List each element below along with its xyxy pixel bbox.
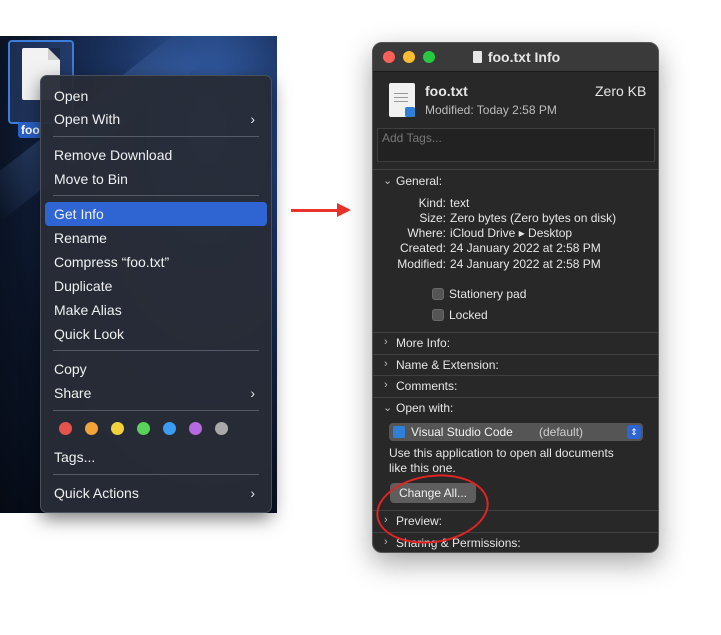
stationery-pad-label: Stationery pad bbox=[449, 287, 527, 301]
section-more-info-header[interactable]: More Info: bbox=[396, 336, 450, 350]
menu-item-open-with[interactable]: Open With › bbox=[45, 107, 267, 131]
menu-item-move-to-bin[interactable]: Move to Bin bbox=[45, 167, 267, 191]
document-icon bbox=[472, 51, 482, 63]
open-with-description-line1: Use this application to open all documen… bbox=[389, 446, 614, 460]
chevron-right-icon: › bbox=[250, 111, 255, 127]
section-comments-header[interactable]: Comments: bbox=[396, 379, 457, 393]
kind-value: text bbox=[450, 196, 470, 210]
disclosure-closed-icon[interactable]: › bbox=[384, 358, 388, 370]
menu-item-label: Get Info bbox=[54, 206, 104, 222]
select-stepper-icon: ⇕ bbox=[627, 425, 641, 439]
created-label: Created: bbox=[399, 241, 446, 255]
vscode-badge-icon bbox=[405, 107, 415, 117]
locked-label: Locked bbox=[449, 308, 488, 322]
menu-item-label: Copy bbox=[54, 361, 87, 377]
menu-item-label: Quick Look bbox=[54, 326, 125, 342]
chevron-right-icon: › bbox=[250, 485, 255, 501]
menu-item-label: Duplicate bbox=[54, 278, 113, 294]
size-label: Size: bbox=[419, 211, 446, 225]
section-general-header[interactable]: General: bbox=[396, 174, 442, 188]
menu-separator bbox=[53, 195, 259, 196]
where-value: iCloud Drive ▸ Desktop bbox=[450, 226, 573, 240]
section-divider bbox=[373, 375, 658, 376]
tag-yellow-dot[interactable] bbox=[111, 422, 124, 435]
menu-item-rename[interactable]: Rename bbox=[45, 226, 267, 250]
menu-item-label: Share bbox=[54, 385, 92, 401]
section-open-with-header[interactable]: Open with: bbox=[396, 401, 453, 415]
section-divider bbox=[373, 397, 658, 398]
tags-input[interactable]: Add Tags... bbox=[377, 128, 655, 162]
locked-checkbox[interactable] bbox=[432, 309, 444, 321]
selected-app-name: Visual Studio Code bbox=[411, 425, 513, 439]
disclosure-closed-icon[interactable]: › bbox=[384, 536, 388, 548]
where-label: Where: bbox=[407, 226, 446, 240]
stationery-pad-checkbox[interactable] bbox=[432, 288, 444, 300]
menu-item-quick-actions[interactable]: Quick Actions › bbox=[45, 481, 267, 505]
tag-green-dot[interactable] bbox=[137, 422, 150, 435]
menu-item-label: Rename bbox=[54, 230, 107, 246]
open-with-description-line2: like this one. bbox=[389, 461, 456, 475]
menu-item-label: Open With bbox=[54, 111, 121, 127]
menu-item-label: Move to Bin bbox=[54, 171, 128, 187]
menu-item-label: Quick Actions bbox=[54, 485, 139, 501]
menu-separator bbox=[53, 350, 259, 351]
vscode-app-icon bbox=[393, 426, 405, 438]
menu-item-label: Tags... bbox=[54, 449, 96, 465]
tag-blue-dot[interactable] bbox=[163, 422, 176, 435]
context-menu: Open Open With › Remove Download Move to … bbox=[40, 75, 272, 513]
section-divider bbox=[373, 332, 658, 333]
menu-item-label: Open bbox=[54, 88, 89, 104]
modified-value: 24 January 2022 at 2:58 PM bbox=[450, 257, 601, 271]
menu-item-duplicate[interactable]: Duplicate bbox=[45, 274, 267, 298]
menu-item-label: Make Alias bbox=[54, 302, 122, 318]
file-size-header: Zero KB bbox=[595, 83, 647, 99]
menu-separator bbox=[53, 474, 259, 475]
tag-purple-dot[interactable] bbox=[189, 422, 202, 435]
menu-item-remove-download[interactable]: Remove Download bbox=[45, 143, 267, 167]
chevron-right-icon: › bbox=[250, 385, 255, 401]
tag-orange-dot[interactable] bbox=[85, 422, 98, 435]
file-type-icon bbox=[389, 83, 415, 117]
red-arrow-head bbox=[337, 203, 351, 217]
menu-item-label: Compress “foo.txt” bbox=[54, 254, 170, 270]
info-window: foo.txt Info foo.txt Modified: Today 2:5… bbox=[372, 42, 659, 553]
disclosure-open-icon[interactable]: ⌄ bbox=[383, 174, 392, 187]
menu-separator bbox=[53, 410, 259, 411]
menu-item-make-alias[interactable]: Make Alias bbox=[45, 298, 267, 322]
menu-item-label: Remove Download bbox=[54, 147, 173, 163]
tag-gray-dot[interactable] bbox=[215, 422, 228, 435]
menu-item-get-info[interactable]: Get Info bbox=[45, 202, 267, 226]
section-divider bbox=[373, 354, 658, 355]
section-divider bbox=[373, 169, 658, 170]
menu-item-copy[interactable]: Copy bbox=[45, 357, 267, 381]
kind-label: Kind: bbox=[418, 196, 446, 210]
menu-item-compress[interactable]: Compress “foo.txt” bbox=[45, 250, 267, 274]
modified-summary: Modified: Today 2:58 PM bbox=[425, 103, 557, 117]
tags-placeholder: Add Tags... bbox=[382, 131, 442, 145]
menu-item-open[interactable]: Open bbox=[45, 84, 267, 108]
disclosure-closed-icon[interactable]: › bbox=[384, 336, 388, 348]
selected-app-suffix: (default) bbox=[539, 425, 584, 439]
menu-separator bbox=[53, 136, 259, 137]
size-value: Zero bytes (Zero bytes on disk) bbox=[450, 211, 617, 225]
title-bar[interactable]: foo.txt Info bbox=[373, 43, 658, 72]
menu-item-quick-look[interactable]: Quick Look bbox=[45, 322, 267, 346]
menu-item-tags[interactable]: Tags... bbox=[45, 445, 267, 469]
file-name: foo.txt bbox=[425, 83, 468, 99]
disclosure-closed-icon[interactable]: › bbox=[384, 379, 388, 391]
disclosure-open-icon[interactable]: ⌄ bbox=[383, 401, 392, 414]
menu-item-share[interactable]: Share › bbox=[45, 381, 267, 405]
modified-label: Modified: bbox=[397, 257, 446, 271]
open-with-select[interactable]: Visual Studio Code (default) ⇕ bbox=[389, 423, 643, 441]
window-title-text: foo.txt Info bbox=[487, 49, 561, 65]
tag-red-dot[interactable] bbox=[59, 422, 72, 435]
file-name-label[interactable]: foo bbox=[18, 122, 43, 138]
window-title: foo.txt Info bbox=[373, 43, 658, 71]
red-arrow-line bbox=[291, 209, 339, 212]
created-value: 24 January 2022 at 2:58 PM bbox=[450, 241, 601, 255]
section-name-extension-header[interactable]: Name & Extension: bbox=[396, 358, 499, 372]
